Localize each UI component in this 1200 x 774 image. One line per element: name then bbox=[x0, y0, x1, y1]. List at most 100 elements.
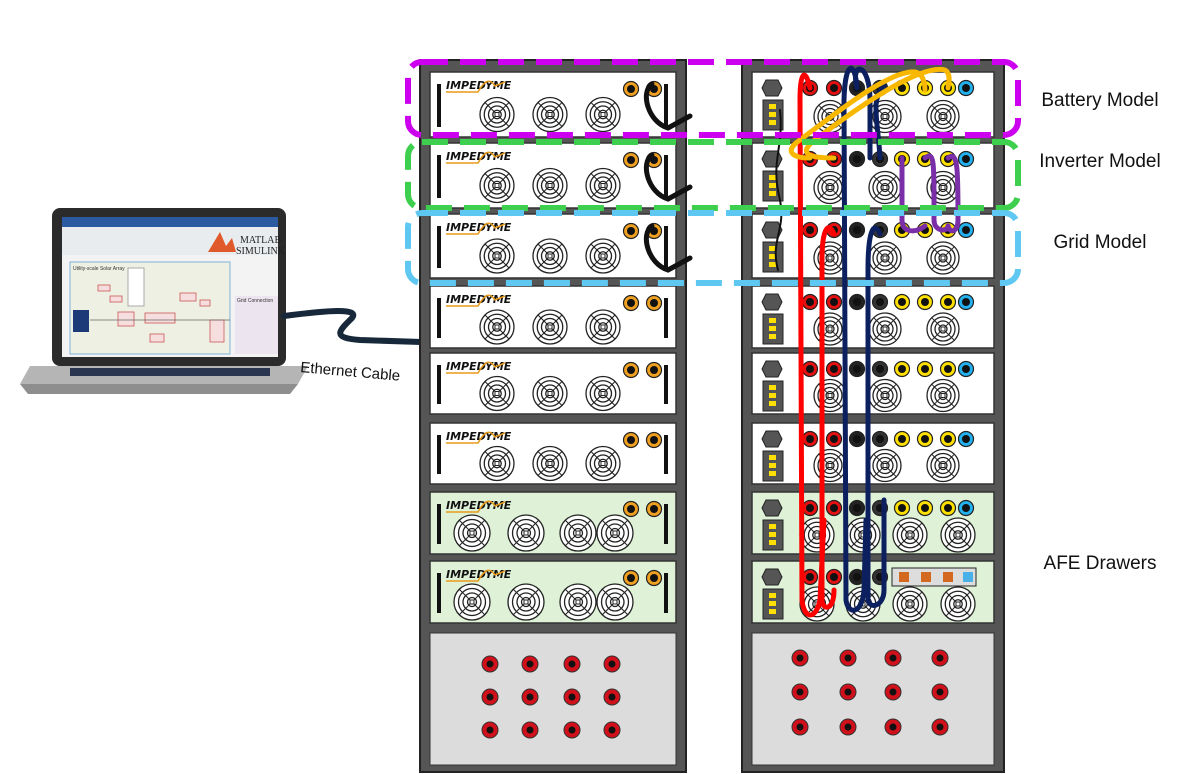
pv-block bbox=[73, 310, 89, 332]
yellow-jack bbox=[939, 293, 957, 311]
scope-block bbox=[127, 267, 145, 307]
handle-left bbox=[437, 226, 441, 268]
fan-icon bbox=[479, 238, 515, 274]
status-led bbox=[769, 609, 776, 614]
handle-right bbox=[664, 298, 668, 338]
grid-connection-subsystem bbox=[235, 296, 278, 354]
power-terminal bbox=[603, 721, 621, 739]
fan-icon bbox=[479, 167, 515, 204]
status-led bbox=[769, 524, 776, 529]
power-terminal bbox=[563, 655, 581, 673]
fan-icon bbox=[813, 241, 847, 275]
fan-icon bbox=[453, 514, 491, 552]
fan-icon bbox=[892, 517, 928, 553]
orange-jack bbox=[622, 294, 640, 312]
handle-left bbox=[437, 298, 441, 338]
power-terminal bbox=[931, 683, 949, 701]
afe-drawer: IMPEDYME bbox=[429, 491, 677, 555]
handle-left bbox=[437, 155, 441, 198]
red-jack bbox=[825, 499, 843, 517]
laptop-keyboard bbox=[70, 368, 270, 376]
afe-drawer: IMPEDYME bbox=[429, 560, 677, 624]
fan-icon bbox=[868, 170, 902, 205]
red-jack bbox=[801, 430, 819, 448]
fan-icon bbox=[585, 445, 621, 482]
matlab-label: MATLAB bbox=[240, 235, 281, 246]
io-drawer bbox=[751, 285, 995, 349]
status-led bbox=[769, 262, 776, 267]
fan-icon bbox=[813, 378, 847, 413]
fan-icon bbox=[926, 241, 960, 275]
blue-jack bbox=[957, 150, 975, 168]
red-jack bbox=[825, 293, 843, 311]
drawer: IMPEDYME bbox=[429, 422, 677, 485]
fan-icon bbox=[479, 445, 515, 482]
drawer: IMPEDYME bbox=[429, 285, 677, 349]
fan-icon bbox=[926, 448, 960, 483]
power-terminal bbox=[521, 721, 539, 739]
fan-icon bbox=[596, 514, 634, 552]
fan-icon bbox=[532, 309, 568, 345]
status-led bbox=[769, 593, 776, 598]
status-led bbox=[769, 601, 776, 606]
fan-icon bbox=[479, 309, 515, 345]
red-jack bbox=[825, 360, 843, 378]
fan-icon bbox=[868, 241, 902, 275]
fan-icon bbox=[585, 375, 621, 412]
grid-model-label: Grid Model bbox=[1054, 232, 1147, 253]
fan-icon bbox=[585, 96, 621, 133]
grid-connection-label: Grid Connection bbox=[237, 298, 273, 304]
fan-icon bbox=[479, 375, 515, 412]
fan-icon bbox=[507, 583, 545, 621]
fan-icon bbox=[940, 517, 976, 553]
blue-port bbox=[963, 572, 973, 582]
yellow-jack bbox=[893, 293, 911, 311]
fan-icon bbox=[532, 96, 568, 133]
fan-icon bbox=[926, 378, 960, 413]
power-terminal bbox=[839, 718, 857, 736]
power-terminal bbox=[563, 721, 581, 739]
fan-icon bbox=[532, 375, 568, 412]
power-terminal bbox=[791, 649, 809, 667]
status-led bbox=[769, 471, 776, 476]
io-drawer bbox=[751, 71, 995, 138]
power-terminal bbox=[481, 655, 499, 673]
orange-jack bbox=[645, 500, 663, 518]
handle-right bbox=[664, 365, 668, 404]
status-led bbox=[769, 455, 776, 460]
orange-jack bbox=[645, 569, 663, 587]
orange-jack bbox=[622, 222, 640, 240]
status-led bbox=[769, 540, 776, 545]
afe-io-drawer bbox=[751, 560, 995, 624]
red-jack bbox=[801, 360, 819, 378]
power-terminal bbox=[884, 683, 902, 701]
fan-icon bbox=[532, 167, 568, 204]
yellow-jack bbox=[939, 499, 957, 517]
handle-left bbox=[437, 504, 441, 544]
orange-jack bbox=[622, 431, 640, 449]
power-terminal bbox=[791, 718, 809, 736]
red-jack bbox=[801, 221, 819, 239]
fan-icon bbox=[813, 170, 847, 205]
laptop: MATLAB SIMULINK Utility-scale Solar Arra… bbox=[20, 208, 308, 394]
blue-jack bbox=[957, 221, 975, 239]
black-jack bbox=[848, 293, 866, 311]
fan-icon bbox=[479, 96, 515, 133]
fan-icon bbox=[940, 586, 976, 622]
handle-left bbox=[437, 365, 441, 404]
status-led bbox=[769, 532, 776, 537]
power-terminal bbox=[481, 721, 499, 739]
fan-icon bbox=[926, 99, 960, 134]
red-jack bbox=[801, 293, 819, 311]
status-led bbox=[769, 463, 776, 468]
fan-icon bbox=[892, 586, 928, 622]
yellow-jack bbox=[916, 499, 934, 517]
power-terminal bbox=[563, 688, 581, 706]
black-jack bbox=[871, 360, 889, 378]
left-power-panel bbox=[429, 632, 677, 766]
status-led bbox=[769, 120, 776, 125]
blue-jack bbox=[957, 499, 975, 517]
red-jack bbox=[825, 568, 843, 586]
blue-jack bbox=[957, 360, 975, 378]
hil-setup-diagram: MATLAB SIMULINK Utility-scale Solar Arra… bbox=[20, 59, 1161, 773]
